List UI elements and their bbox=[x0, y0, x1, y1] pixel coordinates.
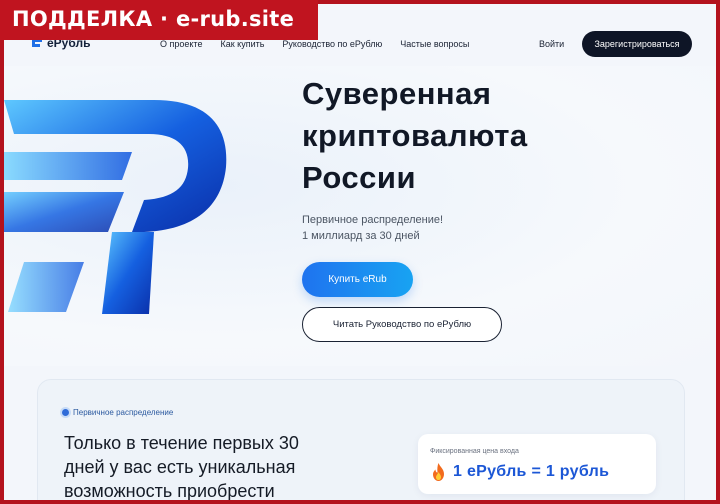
distribution-text-line: возможность приобрести bbox=[64, 481, 275, 501]
distribution-text: Только в течение первых 30 дней у вас ес… bbox=[64, 431, 364, 503]
hero-title-line: Суверенная bbox=[302, 76, 492, 111]
hero-title: Суверенная криптовалюта России bbox=[302, 73, 528, 199]
hero-title-line: криптовалюта bbox=[302, 118, 528, 153]
status-dot-icon bbox=[62, 409, 69, 416]
nav-link-about[interactable]: О проекте bbox=[160, 39, 202, 49]
hero-title-line: России bbox=[302, 160, 417, 195]
price-label: Фиксированная цена входа bbox=[430, 448, 519, 455]
fake-site-warning-banner: ПОДДЕЛКА · e-rub.site bbox=[0, 0, 318, 40]
distribution-text-line: дней у вас есть уникальная bbox=[64, 457, 296, 477]
hero-subtitle-line: 1 миллиард за 30 дней bbox=[302, 230, 420, 242]
distribution-text-line: Только в течение первых 30 bbox=[64, 433, 299, 453]
erub-3d-logo-icon bbox=[4, 100, 227, 314]
hero-subtitle: Первичное распределение! 1 миллиард за 3… bbox=[302, 212, 443, 244]
distribution-badge: Первичное распределение bbox=[62, 408, 173, 417]
nav-link-how-to-buy[interactable]: Как купить bbox=[220, 39, 264, 49]
register-button[interactable]: Зарегистрироваться bbox=[582, 31, 692, 57]
price-row: 1 еРубль = 1 рубль bbox=[430, 462, 609, 482]
price-value: 1 еРубль = 1 рубль bbox=[453, 463, 610, 480]
hero-subtitle-line: Первичное распределение! bbox=[302, 214, 444, 226]
badge-label: Первичное распределение bbox=[73, 408, 174, 417]
read-guide-button[interactable]: Читать Руководство по еРублю bbox=[302, 307, 502, 342]
fire-icon bbox=[433, 463, 444, 481]
login-link[interactable]: Войти bbox=[539, 39, 564, 49]
nav-link-guide[interactable]: Руководство по еРублю bbox=[282, 39, 382, 49]
nav-link-faq[interactable]: Частые вопросы bbox=[400, 39, 469, 49]
main-nav: О проекте Как купить Руководство по еРуб… bbox=[160, 39, 487, 49]
buy-erub-button[interactable]: Купить eRub bbox=[302, 262, 413, 297]
